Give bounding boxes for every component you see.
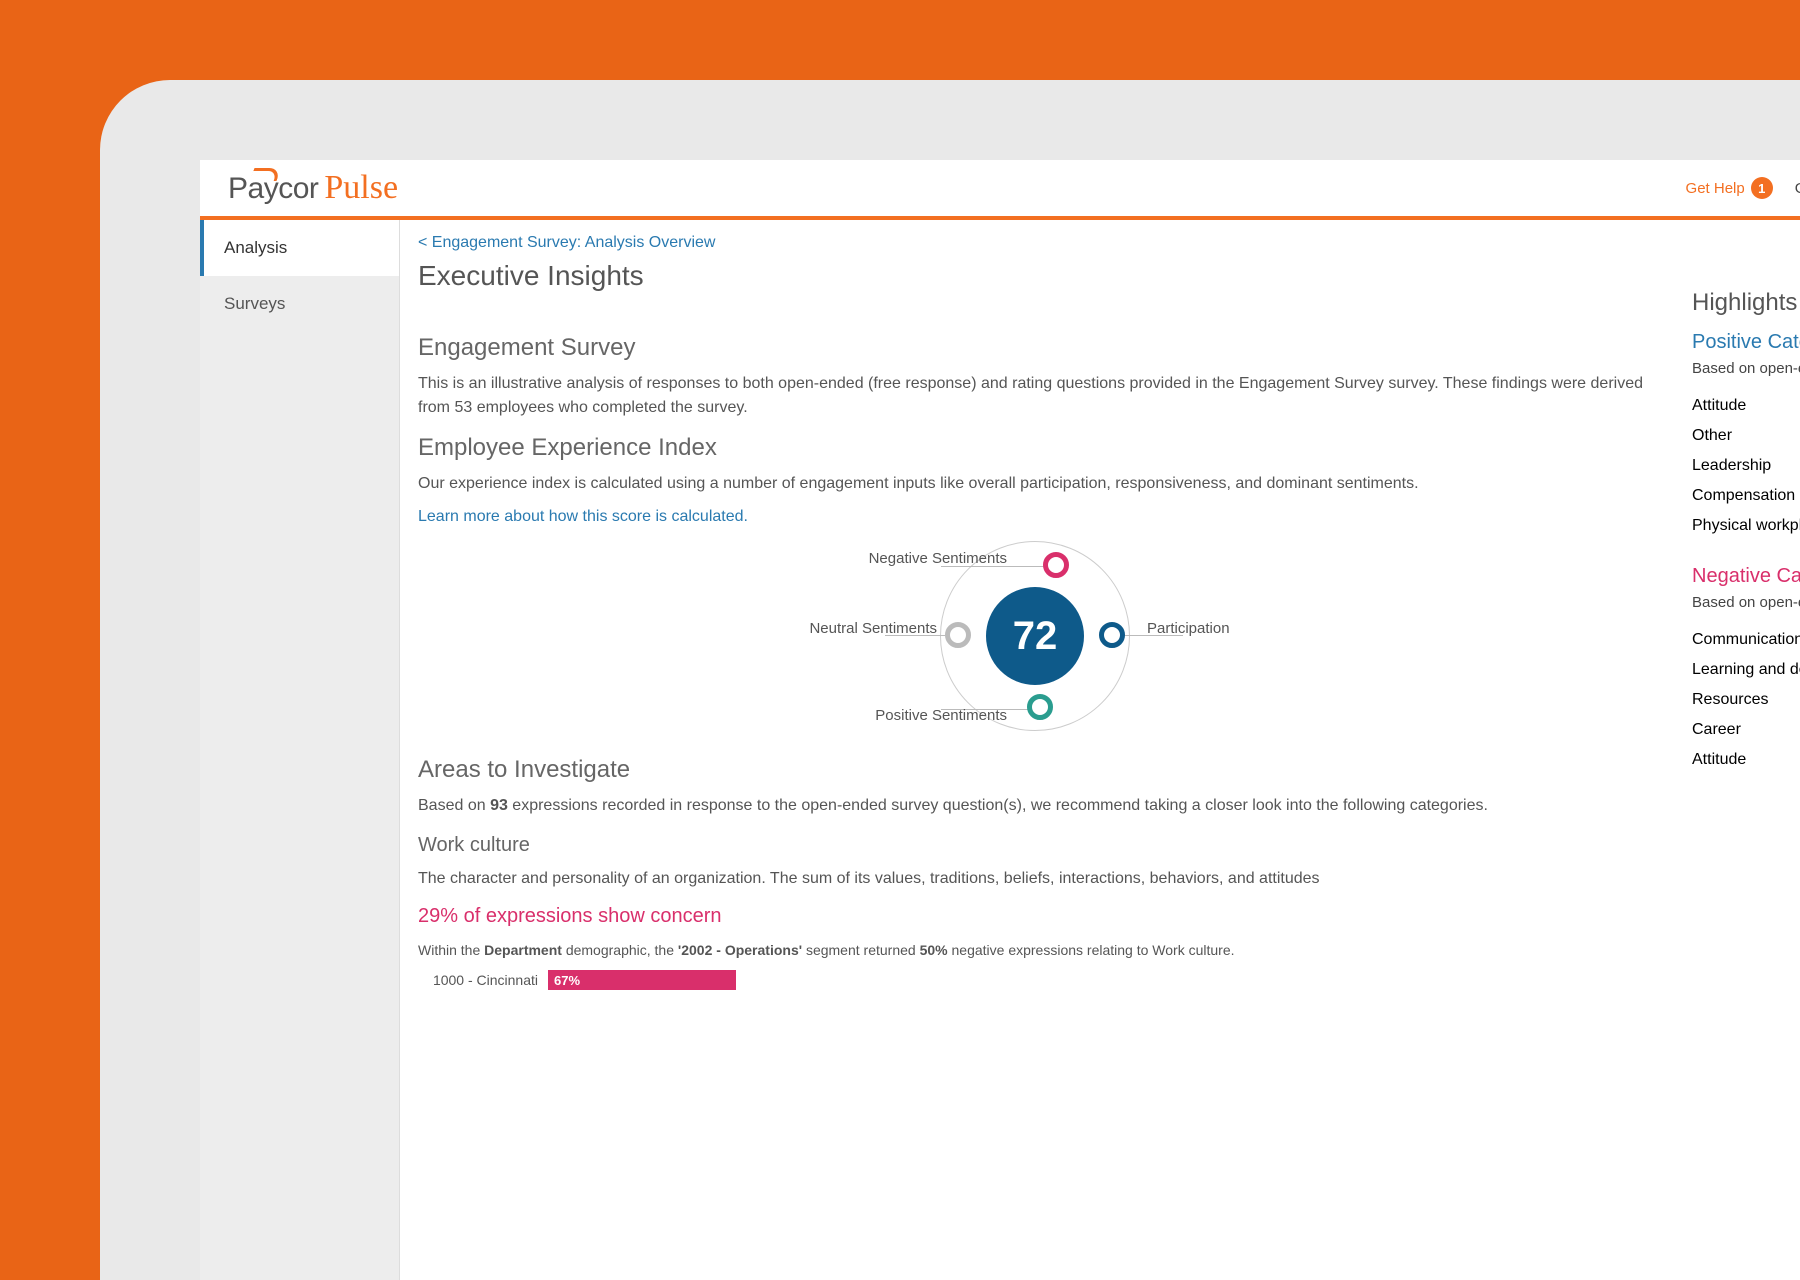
- highlight-row: Leadership53%: [1692, 451, 1800, 481]
- highlight-label: Other: [1692, 427, 1732, 445]
- node-positive-icon: [1027, 694, 1053, 720]
- viz-label-negative: Negative Sentiments: [869, 550, 1007, 567]
- logo-sub-text: Pulse: [324, 169, 398, 207]
- experience-score: 72: [986, 587, 1084, 685]
- positive-categories-title: Positive Categories: [1692, 331, 1800, 354]
- experience-heading: Employee Experience Index: [418, 434, 1652, 462]
- experience-body: Our experience index is calculated using…: [418, 472, 1652, 496]
- negative-categories-block: Negative Categories Based on open-ended …: [1692, 565, 1800, 775]
- topbar-links: Get Help 1 Give Feedback Sign Out: [1686, 177, 1800, 199]
- get-help-label: Get Help: [1686, 180, 1745, 197]
- highlight-row: Other67%: [1692, 421, 1800, 451]
- highlight-label: Career: [1692, 721, 1741, 739]
- chart-bar-row: 1000 - Cincinnati 67%: [418, 970, 1652, 990]
- highlight-label: Resources: [1692, 691, 1768, 709]
- logo-main-text: Paycor: [228, 172, 318, 206]
- app-logo: Paycor Pulse: [228, 169, 398, 207]
- sidebar: Analysis Surveys: [200, 220, 400, 1280]
- page-title: Executive Insights: [418, 260, 644, 292]
- highlight-label: Learning and development: [1692, 661, 1800, 679]
- learn-more-link[interactable]: Learn more about how this score is calcu…: [418, 508, 748, 525]
- highlight-row: Learning and development67%: [1692, 655, 1800, 685]
- sidebar-item-surveys[interactable]: Surveys: [200, 276, 399, 332]
- negative-categories-caption: Based on open-ended responses: [1692, 594, 1800, 611]
- investigate-heading: Areas to Investigate: [418, 756, 1652, 784]
- highlight-row: Attitude67%: [1692, 391, 1800, 421]
- help-badge: 1: [1751, 177, 1773, 199]
- highlight-label: Compensation: [1692, 487, 1795, 505]
- highlight-row: Attitude33%: [1692, 745, 1800, 775]
- node-negative-icon: [1043, 552, 1069, 578]
- work-culture-body: The character and personality of an orga…: [418, 867, 1652, 891]
- negative-categories-title: Negative Categories: [1692, 565, 1800, 588]
- highlight-row: Resources50%: [1692, 685, 1800, 715]
- highlights-heading: Highlights: [1692, 289, 1800, 317]
- viz-label-participation: Participation: [1147, 620, 1230, 637]
- sidebar-item-analysis[interactable]: Analysis: [200, 220, 399, 276]
- get-help-link[interactable]: Get Help 1: [1686, 177, 1773, 199]
- highlight-row: Physical workplace50%: [1692, 511, 1800, 541]
- highlight-label: Leadership: [1692, 457, 1771, 475]
- viz-label-positive: Positive Sentiments: [875, 707, 1007, 724]
- work-culture-concern: 29% of expressions show concern: [418, 905, 1652, 928]
- investigate-body: Based on 93 expressions recorded in resp…: [418, 794, 1652, 818]
- work-culture-detail: Within the Department demographic, the '…: [418, 942, 1652, 958]
- highlight-row: Career38%: [1692, 715, 1800, 745]
- engagement-body: This is an illustrative analysis of resp…: [418, 372, 1652, 420]
- experience-index-viz: 72 Negative Sentiments Neutral Sentiment…: [685, 546, 1385, 726]
- highlight-label: Physical workplace: [1692, 517, 1800, 535]
- highlight-label: Attitude: [1692, 751, 1746, 769]
- node-neutral-icon: [945, 622, 971, 648]
- chart-bar-fill: 67%: [548, 970, 736, 990]
- engagement-heading: Engagement Survey: [418, 334, 1652, 362]
- highlight-row: Communication67%: [1692, 625, 1800, 655]
- chart-bar-track: 67%: [548, 970, 828, 990]
- highlight-label: Attitude: [1692, 397, 1746, 415]
- viz-label-neutral: Neutral Sentiments: [809, 620, 937, 637]
- positive-categories-block: Positive Categories Based on open-ended …: [1692, 331, 1800, 541]
- positive-categories-caption: Based on open-ended responses: [1692, 360, 1800, 377]
- chart-bar-label: 1000 - Cincinnati: [418, 972, 538, 988]
- breadcrumb[interactable]: < Engagement Survey: Analysis Overview: [418, 234, 1652, 252]
- node-participation-icon: [1099, 622, 1125, 648]
- give-feedback-link[interactable]: Give Feedback: [1795, 180, 1800, 197]
- highlight-label: Communication: [1692, 631, 1800, 649]
- highlights-panel: Highlights Positive Categories Based on …: [1692, 234, 1800, 1280]
- highlight-row: Compensation50%: [1692, 481, 1800, 511]
- main-content: < Engagement Survey: Analysis Overview E…: [418, 234, 1692, 1280]
- topbar: Paycor Pulse Get Help 1 Give Feedback Si…: [200, 160, 1800, 220]
- work-culture-heading: Work culture: [418, 834, 1652, 857]
